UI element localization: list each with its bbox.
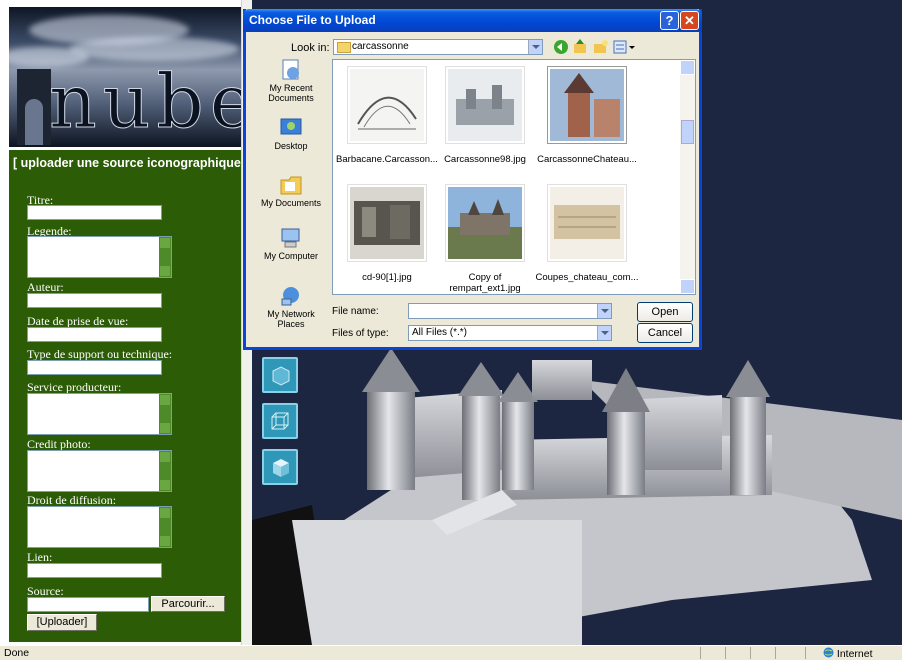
place-my-documents[interactable]: My Documents [256,174,326,208]
security-zone: Internet [823,647,873,660]
zone-label: Internet [836,648,873,660]
cancel-button[interactable]: Cancel [637,323,693,343]
file-thumbnail[interactable] [547,66,627,144]
file-thumbnail[interactable] [445,184,525,262]
type-input[interactable] [27,360,162,375]
file-thumbnail[interactable] [347,184,427,262]
image-thumbnail [350,187,424,259]
place-my-network-places[interactable]: My Network Places [256,285,326,329]
image-thumbnail [550,187,624,259]
auteur-input[interactable] [27,293,162,308]
upload-page: nubes [ uploader une source iconographiq… [0,0,253,645]
up-folder-icon [574,39,586,53]
lien-input[interactable] [27,563,162,578]
image-thumbnail [550,69,624,141]
scroll-up-icon[interactable] [680,60,695,75]
place-recent-documents[interactable]: My Recent Documents [256,59,326,103]
file-thumbnail[interactable] [445,66,525,144]
file-name-label[interactable]: Carcassonne98.jpg [433,154,537,165]
files-of-type-label: Files of type: [332,328,389,339]
textarea-scrollbar[interactable] [159,237,171,277]
site-logo: nubes [48,59,241,145]
dropdown-arrow-icon[interactable] [597,304,611,318]
file-name-label[interactable]: CarcassonneChateau... [535,154,639,165]
desktop-icon [279,117,303,139]
view-wireframe-button[interactable] [262,403,298,439]
file-list[interactable]: Barbacane.Carcasson... Carcassonne98.jpg… [332,59,696,295]
close-button[interactable]: ✕ [680,11,699,30]
textarea-scrollbar[interactable] [159,394,171,434]
back-icon [554,40,568,54]
file-upload-dialog: Choose File to Upload ? ✕ Look in: carca… [243,9,702,350]
scroll-thumb[interactable] [681,120,694,144]
textarea-scrollbar[interactable] [159,507,171,547]
views-menu-icon [613,40,635,54]
look-in-label: Look in: [291,42,330,54]
new-folder-icon [594,40,608,53]
date-input[interactable] [27,327,162,342]
status-divider [750,647,751,659]
view-shaded-button[interactable] [262,449,298,485]
droit-textarea[interactable] [27,506,172,548]
site-banner: nubes [9,7,241,147]
dropdown-arrow-icon[interactable] [528,40,542,54]
file-name-label[interactable]: cd-90[1].jpg [335,272,439,283]
image-thumbnail [448,187,522,259]
browse-button[interactable]: Parcourir... [151,596,225,612]
dropdown-arrow-icon[interactable] [597,326,611,340]
status-divider [700,647,701,659]
file-name-label[interactable]: Copy of rempart_ext1.jpg [433,272,537,294]
help-button[interactable]: ? [660,11,679,30]
file-thumbnail[interactable] [347,66,427,144]
file-name-label[interactable]: Coupes_chateau_com... [535,272,639,283]
credit-textarea[interactable] [27,450,172,492]
file-thumbnail[interactable] [547,184,627,262]
status-divider [805,647,806,659]
dialog-toolbar [554,39,635,54]
my-documents-icon [279,174,303,196]
files-of-type-dropdown[interactable]: All Files (*.*) [408,325,612,341]
file-name-input[interactable] [408,303,612,319]
source-file-input[interactable] [27,597,149,612]
status-text: Done [4,647,30,659]
scroll-down-icon[interactable] [680,279,695,294]
file-name-label[interactable]: Barbacane.Carcasson... [335,154,439,165]
file-name-field-label: File name: [332,306,379,317]
status-divider [725,647,726,659]
open-button[interactable]: Open [637,302,693,322]
place-desktop[interactable]: Desktop [256,117,326,151]
file-list-scrollbar[interactable] [680,60,695,294]
network-places-icon [279,285,303,307]
look-in-value: carcassonne [352,41,409,52]
dialog-titlebar[interactable]: Choose File to Upload ? ✕ [243,9,702,32]
textarea-scrollbar[interactable] [159,451,171,491]
dialog-title: Choose File to Upload [249,13,376,27]
image-thumbnail [350,69,424,141]
arch-image [17,69,51,145]
upload-form: [ uploader une source iconographique ] T… [9,150,248,642]
places-bar: My Recent Documents Desktop My Documents… [256,59,326,329]
legende-textarea[interactable] [27,236,172,278]
view-solid-button[interactable] [262,357,298,393]
my-computer-icon [279,227,303,249]
status-divider [775,647,776,659]
look-in-dropdown[interactable]: carcassonne [333,39,543,55]
recent-documents-icon [279,59,303,81]
titre-input[interactable] [27,205,162,220]
service-textarea[interactable] [27,393,172,435]
place-my-computer[interactable]: My Computer [256,227,326,261]
internet-globe-icon [823,647,834,658]
status-bar: Done Internet [0,645,902,660]
image-thumbnail [448,69,522,141]
folder-icon [337,42,351,53]
upload-button[interactable]: [Uploader] [27,614,97,631]
form-title: [ uploader une source iconographique ] [13,156,249,170]
